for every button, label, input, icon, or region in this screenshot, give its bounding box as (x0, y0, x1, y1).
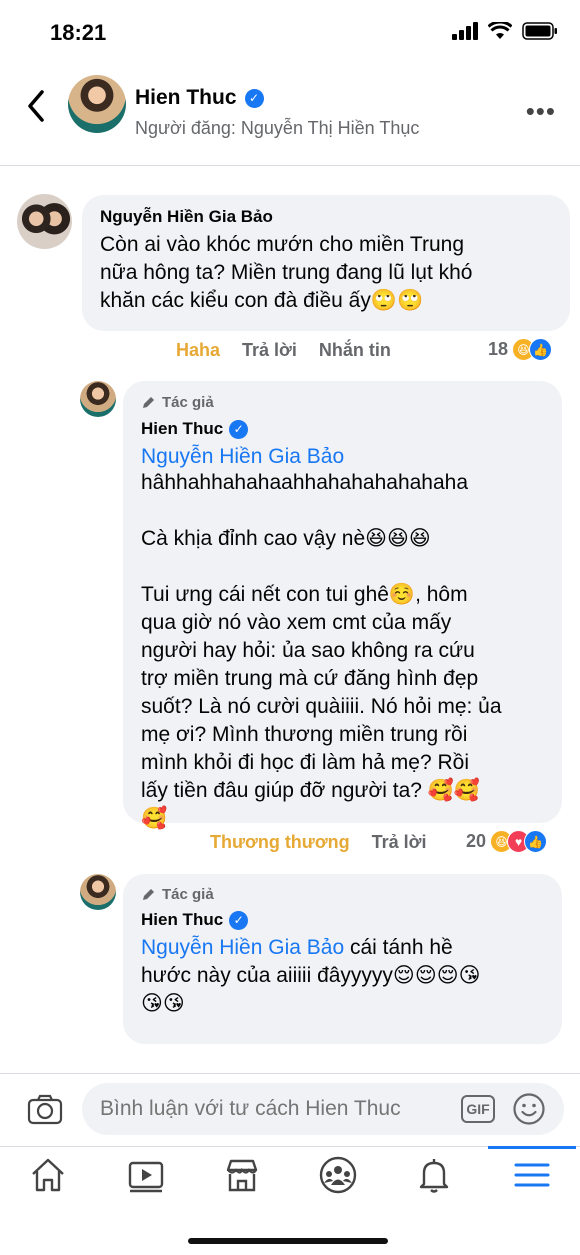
like-icon: 👍 (524, 830, 548, 853)
notifications-icon[interactable] (414, 1155, 454, 1195)
nav-active-indicator (488, 1146, 576, 1149)
author-label: Tác giả (141, 886, 214, 903)
home-icon[interactable] (28, 1155, 68, 1195)
reply-author-name[interactable]: Hien Thuc ✓ (141, 419, 249, 439)
reply-text: hâhhahhahahaahhahahahahahaha Cà khịa đỉn… (141, 471, 502, 830)
mention-link[interactable]: Nguyễn Hiền Gia Bảo (141, 443, 344, 471)
reaction-count[interactable]: 20 😆 ♥ 👍 (466, 830, 548, 853)
author-label-text: Tác giả (162, 394, 214, 411)
reply-button[interactable]: Trả lời (242, 340, 297, 361)
groups-icon[interactable] (318, 1155, 358, 1195)
post-poster-subtitle: Người đăng: Nguyễn Thị Hiền Thục (135, 118, 420, 138)
battery-icon (522, 22, 557, 40)
header-divider (0, 165, 580, 166)
comment-bubble: Nguyễn Hiền Gia Bảo Còn ai vào khóc mướn… (82, 195, 570, 331)
reply-author-name[interactable]: Hien Thuc ✓ (141, 910, 249, 930)
reply-button[interactable]: Trả lời (372, 832, 427, 853)
like-icon: 👍 (529, 338, 553, 361)
author-label-text: Tác giả (162, 886, 214, 903)
commenter-avatar[interactable] (17, 194, 72, 249)
back-arrow-icon[interactable] (22, 88, 52, 124)
composer-divider (0, 1073, 580, 1074)
marketplace-icon[interactable] (222, 1155, 262, 1195)
emoji-icon[interactable] (512, 1092, 546, 1126)
pencil-icon (143, 889, 154, 900)
verified-badge-icon: ✓ (229, 419, 249, 439)
pencil-icon (143, 397, 154, 408)
reaction-count[interactable]: 18 😆 👍 (488, 338, 553, 361)
signal-icon (452, 22, 478, 40)
post-author-name[interactable]: Hien Thuc ✓ (135, 86, 264, 110)
message-button[interactable]: Nhắn tin (319, 340, 391, 361)
reply-bubble: Tác giả Hien Thuc ✓ Nguyễn Hiền Gia Bảo … (123, 874, 562, 1044)
home-indicator (188, 1238, 388, 1244)
reply-bubble: Tác giả Hien Thuc ✓ Nguyễn Hiền Gia Bảo … (123, 381, 562, 830)
menu-icon[interactable] (512, 1155, 552, 1195)
reply-actions: Thương thương Trả lời (210, 832, 426, 853)
comment-text: Còn ai vào khóc mướn cho miền Trung nữa … (100, 233, 473, 312)
commenter-name[interactable]: Nguyễn Hiền Gia Bảo (100, 207, 273, 227)
haha-reaction-button[interactable]: Haha (176, 340, 220, 361)
reaction-count-number: 18 (488, 339, 509, 359)
reply-author-name-text: Hien Thuc (141, 910, 224, 929)
post-author-name-text: Hien Thuc (135, 86, 237, 109)
mention-link[interactable]: Nguyễn Hiền Gia Bảo (141, 936, 344, 959)
verified-badge-icon: ✓ (229, 910, 249, 930)
wifi-icon (488, 22, 512, 39)
video-icon[interactable] (126, 1155, 166, 1195)
comment-actions: Haha Trả lời Nhắn tin (176, 340, 391, 361)
status-time: 18:21 (50, 20, 107, 45)
status-icons (452, 22, 558, 40)
camera-icon[interactable] (27, 1093, 63, 1125)
reaction-count-number: 20 (466, 831, 487, 851)
author-avatar[interactable] (68, 75, 126, 133)
author-label: Tác giả (141, 394, 214, 411)
gif-button[interactable]: GIF (461, 1095, 495, 1123)
more-options-icon[interactable]: ••• (526, 96, 556, 127)
reply-author-name-text: Hien Thuc (141, 419, 224, 438)
reply-author-avatar[interactable] (80, 874, 116, 910)
care-reaction-button[interactable]: Thương thương (210, 832, 350, 853)
verified-badge-icon: ✓ (244, 88, 264, 108)
reply-author-avatar[interactable] (80, 381, 116, 417)
reply-text-block: Nguyễn Hiền Gia Bảo cái tánh hề hước này… (141, 934, 556, 1018)
